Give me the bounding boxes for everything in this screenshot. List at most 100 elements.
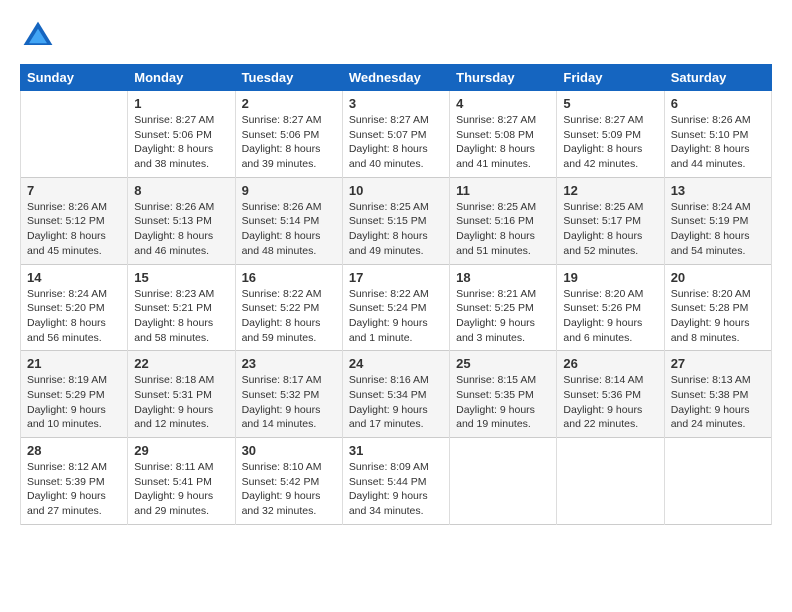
calendar-cell: 15 Sunrise: 8:23 AMSunset: 5:21 PMDayligh… [128, 264, 235, 351]
day-info: Sunrise: 8:20 AMSunset: 5:26 PMDaylight:… [563, 287, 657, 346]
calendar-cell: 4 Sunrise: 8:27 AMSunset: 5:08 PMDaylight… [450, 91, 557, 178]
day-info: Sunrise: 8:27 AMSunset: 5:07 PMDaylight:… [349, 113, 443, 172]
calendar-cell: 27 Sunrise: 8:13 AMSunset: 5:38 PMDayligh… [664, 351, 771, 438]
day-number: 4 [456, 96, 550, 111]
day-info: Sunrise: 8:26 AMSunset: 5:13 PMDaylight:… [134, 200, 228, 259]
calendar-cell: 28 Sunrise: 8:12 AMSunset: 5:39 PMDayligh… [21, 438, 128, 525]
calendar-cell: 10Sunrise: 8:25 AMSunset: 5:15 PMDayligh… [342, 177, 449, 264]
day-info: Sunrise: 8:14 AMSunset: 5:36 PMDaylight:… [563, 373, 657, 432]
day-info: Sunrise: 8:26 AMSunset: 5:12 PMDaylight:… [27, 200, 121, 259]
calendar-cell [450, 438, 557, 525]
day-header-thursday: Thursday [450, 65, 557, 91]
day-number: 11 [456, 183, 550, 198]
day-header-friday: Friday [557, 65, 664, 91]
calendar-week-row: 21 Sunrise: 8:19 AMSunset: 5:29 PMDayligh… [21, 351, 772, 438]
day-info: Sunrise: 8:27 AMSunset: 5:08 PMDaylight:… [456, 113, 550, 172]
day-number: 21 [27, 356, 121, 371]
calendar-cell: 20Sunrise: 8:20 AMSunset: 5:28 PMDayligh… [664, 264, 771, 351]
calendar-cell: 3Sunrise: 8:27 AMSunset: 5:07 PMDaylight… [342, 91, 449, 178]
day-number: 24 [349, 356, 443, 371]
day-number: 22 [134, 356, 228, 371]
calendar-cell: 21 Sunrise: 8:19 AMSunset: 5:29 PMDayligh… [21, 351, 128, 438]
day-info: Sunrise: 8:22 AMSunset: 5:24 PMDaylight:… [349, 287, 443, 346]
calendar-cell [664, 438, 771, 525]
calendar-cell: 29 Sunrise: 8:11 AMSunset: 5:41 PMDayligh… [128, 438, 235, 525]
day-number: 7 [27, 183, 121, 198]
day-info: Sunrise: 8:25 AMSunset: 5:15 PMDaylight:… [349, 200, 443, 259]
calendar-cell: 19Sunrise: 8:20 AMSunset: 5:26 PMDayligh… [557, 264, 664, 351]
day-info: Sunrise: 8:17 AMSunset: 5:32 PMDaylight:… [242, 373, 336, 432]
day-header-tuesday: Tuesday [235, 65, 342, 91]
day-info: Sunrise: 8:12 AMSunset: 5:39 PMDaylight:… [27, 460, 121, 519]
calendar-week-row: 14 Sunrise: 8:24 AMSunset: 5:20 PMDayligh… [21, 264, 772, 351]
calendar-cell: 31 Sunrise: 8:09 AMSunset: 5:44 PMDayligh… [342, 438, 449, 525]
day-number: 12 [563, 183, 657, 198]
calendar-week-row: 28 Sunrise: 8:12 AMSunset: 5:39 PMDayligh… [21, 438, 772, 525]
calendar-table: SundayMondayTuesdayWednesdayThursdayFrid… [20, 64, 772, 525]
day-info: Sunrise: 8:16 AMSunset: 5:34 PMDaylight:… [349, 373, 443, 432]
calendar-cell: 22Sunrise: 8:18 AMSunset: 5:31 PMDayligh… [128, 351, 235, 438]
calendar-cell [21, 91, 128, 178]
day-info: Sunrise: 8:26 AMSunset: 5:14 PMDaylight:… [242, 200, 336, 259]
day-info: Sunrise: 8:25 AMSunset: 5:17 PMDaylight:… [563, 200, 657, 259]
day-number: 17 [349, 270, 443, 285]
logo-icon [20, 18, 56, 54]
day-info: Sunrise: 8:20 AMSunset: 5:28 PMDaylight:… [671, 287, 765, 346]
day-info: Sunrise: 8:24 AMSunset: 5:20 PMDaylight:… [27, 287, 121, 346]
calendar-cell: 24 Sunrise: 8:16 AMSunset: 5:34 PMDayligh… [342, 351, 449, 438]
day-number: 6 [671, 96, 765, 111]
day-number: 5 [563, 96, 657, 111]
day-info: Sunrise: 8:23 AMSunset: 5:21 PMDaylight:… [134, 287, 228, 346]
day-info: Sunrise: 8:09 AMSunset: 5:44 PMDaylight:… [349, 460, 443, 519]
calendar-cell: 23 Sunrise: 8:17 AMSunset: 5:32 PMDayligh… [235, 351, 342, 438]
calendar-cell: 13 Sunrise: 8:24 AMSunset: 5:19 PMDayligh… [664, 177, 771, 264]
calendar-week-row: 1Sunrise: 8:27 AMSunset: 5:06 PMDaylight… [21, 91, 772, 178]
day-header-saturday: Saturday [664, 65, 771, 91]
day-number: 18 [456, 270, 550, 285]
day-number: 16 [242, 270, 336, 285]
day-number: 28 [27, 443, 121, 458]
day-info: Sunrise: 8:27 AMSunset: 5:06 PMDaylight:… [134, 113, 228, 172]
day-number: 31 [349, 443, 443, 458]
day-info: Sunrise: 8:27 AMSunset: 5:09 PMDaylight:… [563, 113, 657, 172]
day-info: Sunrise: 8:25 AMSunset: 5:16 PMDaylight:… [456, 200, 550, 259]
main-container: SundayMondayTuesdayWednesdayThursdayFrid… [0, 0, 792, 535]
calendar-cell: 26 Sunrise: 8:14 AMSunset: 5:36 PMDayligh… [557, 351, 664, 438]
day-info: Sunrise: 8:22 AMSunset: 5:22 PMDaylight:… [242, 287, 336, 346]
day-header-monday: Monday [128, 65, 235, 91]
calendar-cell: 1Sunrise: 8:27 AMSunset: 5:06 PMDaylight… [128, 91, 235, 178]
day-header-sunday: Sunday [21, 65, 128, 91]
calendar-cell [557, 438, 664, 525]
day-info: Sunrise: 8:26 AMSunset: 5:10 PMDaylight:… [671, 113, 765, 172]
day-number: 30 [242, 443, 336, 458]
day-number: 9 [242, 183, 336, 198]
logo [20, 18, 62, 54]
day-number: 8 [134, 183, 228, 198]
calendar-cell: 12 Sunrise: 8:25 AMSunset: 5:17 PMDayligh… [557, 177, 664, 264]
day-info: Sunrise: 8:19 AMSunset: 5:29 PMDaylight:… [27, 373, 121, 432]
calendar-cell: 30 Sunrise: 8:10 AMSunset: 5:42 PMDayligh… [235, 438, 342, 525]
day-info: Sunrise: 8:21 AMSunset: 5:25 PMDaylight:… [456, 287, 550, 346]
day-number: 26 [563, 356, 657, 371]
day-info: Sunrise: 8:24 AMSunset: 5:19 PMDaylight:… [671, 200, 765, 259]
day-number: 14 [27, 270, 121, 285]
calendar-cell: 7 Sunrise: 8:26 AMSunset: 5:12 PMDaylight… [21, 177, 128, 264]
day-number: 13 [671, 183, 765, 198]
calendar-cell: 6 Sunrise: 8:26 AMSunset: 5:10 PMDaylight… [664, 91, 771, 178]
day-number: 29 [134, 443, 228, 458]
calendar-cell: 14 Sunrise: 8:24 AMSunset: 5:20 PMDayligh… [21, 264, 128, 351]
calendar-cell: 9 Sunrise: 8:26 AMSunset: 5:14 PMDaylight… [235, 177, 342, 264]
calendar-cell: 16 Sunrise: 8:22 AMSunset: 5:22 PMDayligh… [235, 264, 342, 351]
day-info: Sunrise: 8:11 AMSunset: 5:41 PMDaylight:… [134, 460, 228, 519]
calendar-cell: 2Sunrise: 8:27 AMSunset: 5:06 PMDaylight… [235, 91, 342, 178]
day-number: 25 [456, 356, 550, 371]
day-number: 15 [134, 270, 228, 285]
calendar-header-row: SundayMondayTuesdayWednesdayThursdayFrid… [21, 65, 772, 91]
day-info: Sunrise: 8:10 AMSunset: 5:42 PMDaylight:… [242, 460, 336, 519]
calendar-cell: 18 Sunrise: 8:21 AMSunset: 5:25 PMDayligh… [450, 264, 557, 351]
day-info: Sunrise: 8:13 AMSunset: 5:38 PMDaylight:… [671, 373, 765, 432]
day-number: 23 [242, 356, 336, 371]
calendar-cell: 5 Sunrise: 8:27 AMSunset: 5:09 PMDaylight… [557, 91, 664, 178]
day-info: Sunrise: 8:27 AMSunset: 5:06 PMDaylight:… [242, 113, 336, 172]
day-number: 27 [671, 356, 765, 371]
